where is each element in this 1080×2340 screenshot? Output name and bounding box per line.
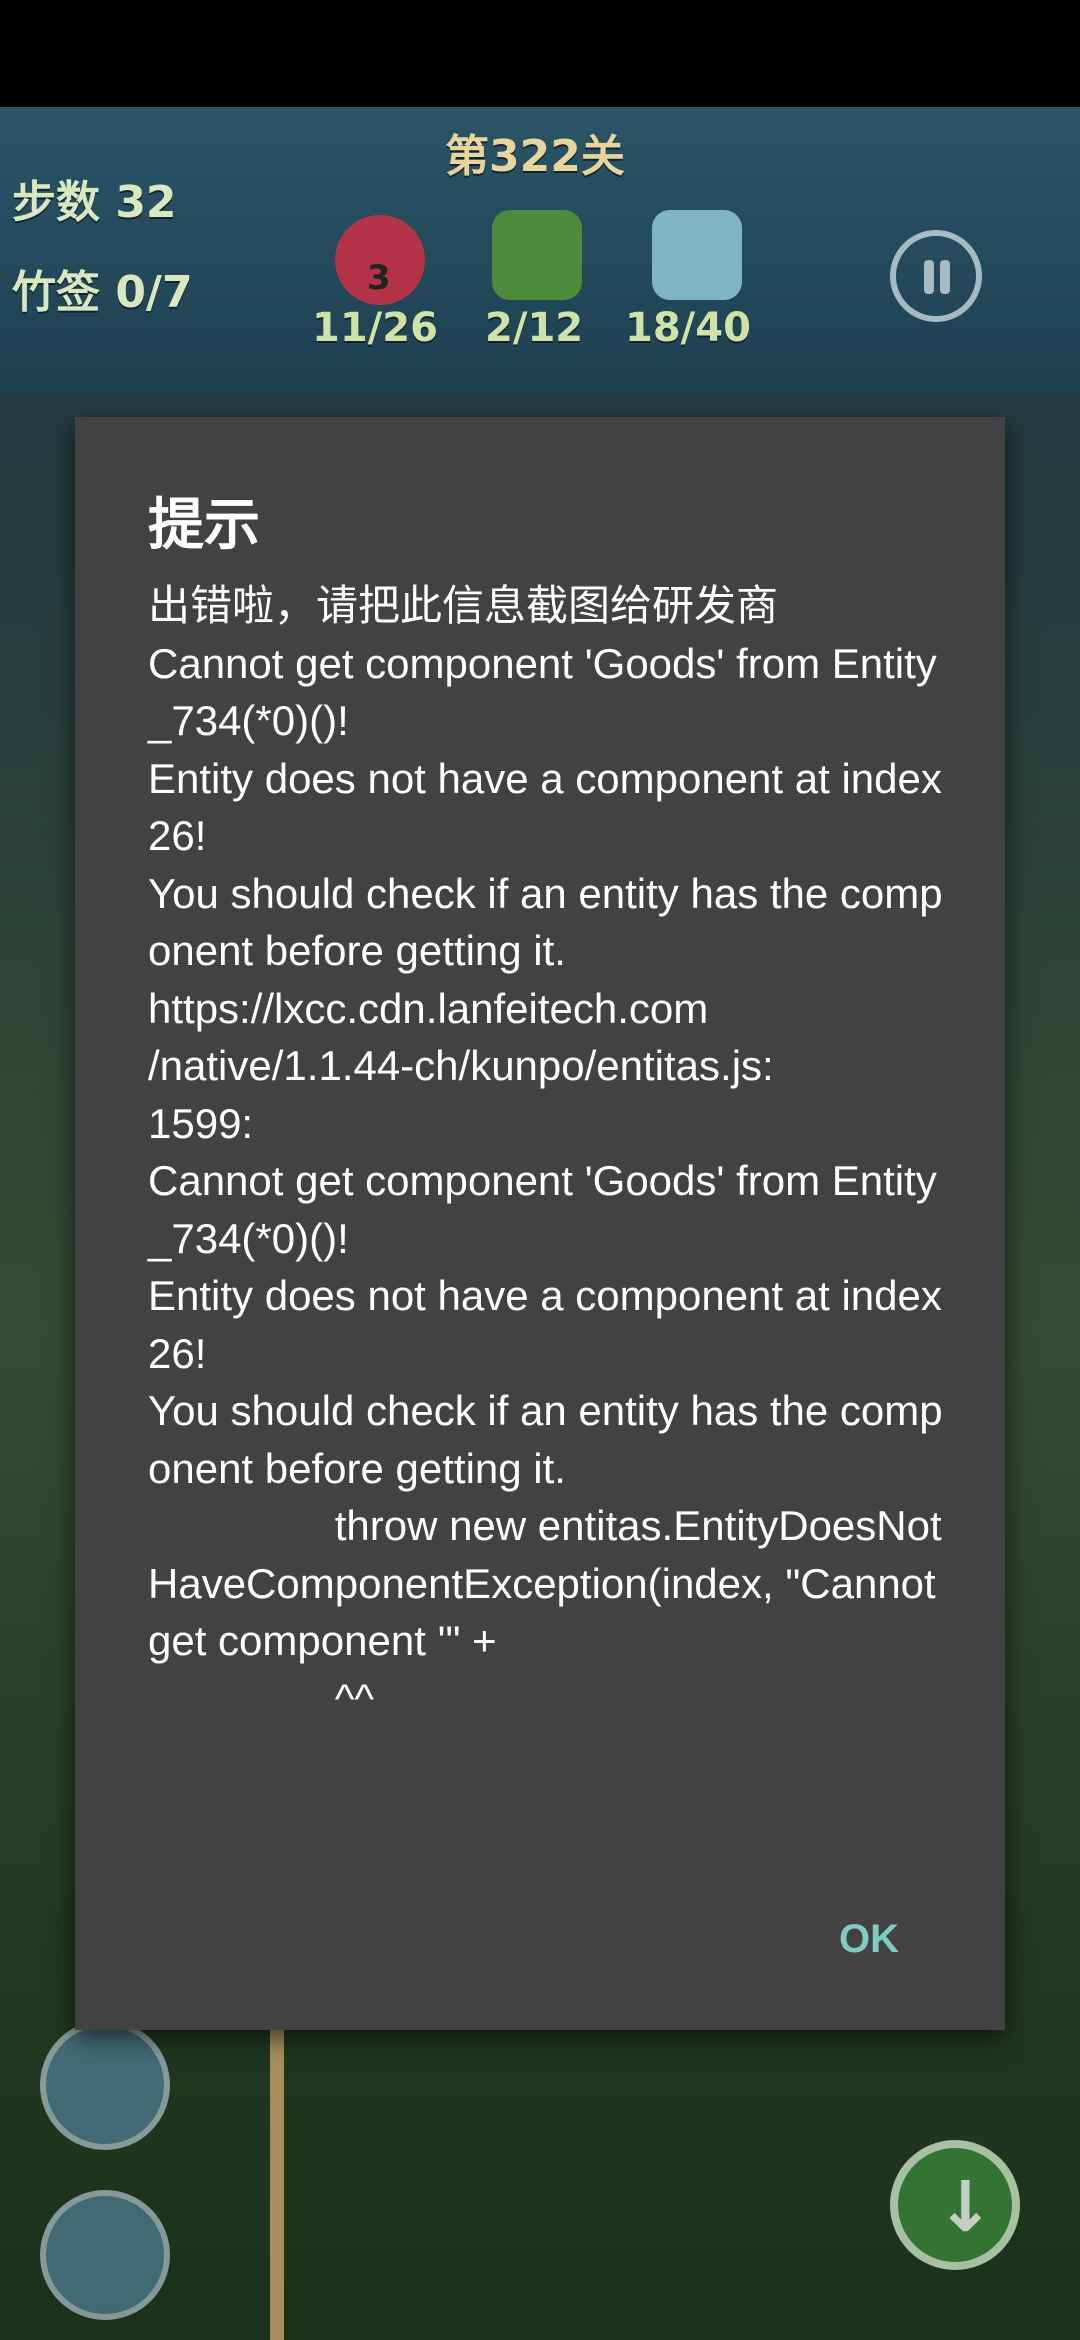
wooden-pole bbox=[270, 2030, 284, 2340]
down-arrow-button[interactable]: ↓ bbox=[890, 2140, 1020, 2270]
down-arrow-icon: ↓ bbox=[936, 2166, 995, 2248]
error-dialog: 提示 出错啦，请把此信息截图给研发商 Cannot get component … bbox=[75, 417, 1005, 2030]
ok-button[interactable]: OK bbox=[833, 1907, 905, 1972]
shovel-booster-button[interactable] bbox=[40, 2190, 170, 2320]
goal-progress-grass: 2/12 bbox=[485, 305, 584, 351]
dialog-message: 出错啦，请把此信息截图给研发商 Cannot get component 'Go… bbox=[148, 582, 943, 1722]
green-grass-icon bbox=[492, 210, 582, 300]
goal-progress-red: 11/26 bbox=[312, 305, 438, 351]
dialog-title: 提示 bbox=[148, 493, 260, 558]
cube-booster-button[interactable] bbox=[40, 2020, 170, 2150]
level-label: 第322关 bbox=[445, 131, 625, 182]
ice-block-icon bbox=[652, 210, 742, 300]
bamboo-counter: 竹签 0/7 bbox=[12, 267, 193, 318]
steps-counter: 步数 32 bbox=[12, 177, 177, 228]
status-bar bbox=[0, 0, 1080, 107]
goal-progress-ice: 18/40 bbox=[625, 305, 751, 351]
pause-button[interactable] bbox=[890, 230, 982, 322]
red-ball-badge: 3 bbox=[367, 258, 391, 298]
